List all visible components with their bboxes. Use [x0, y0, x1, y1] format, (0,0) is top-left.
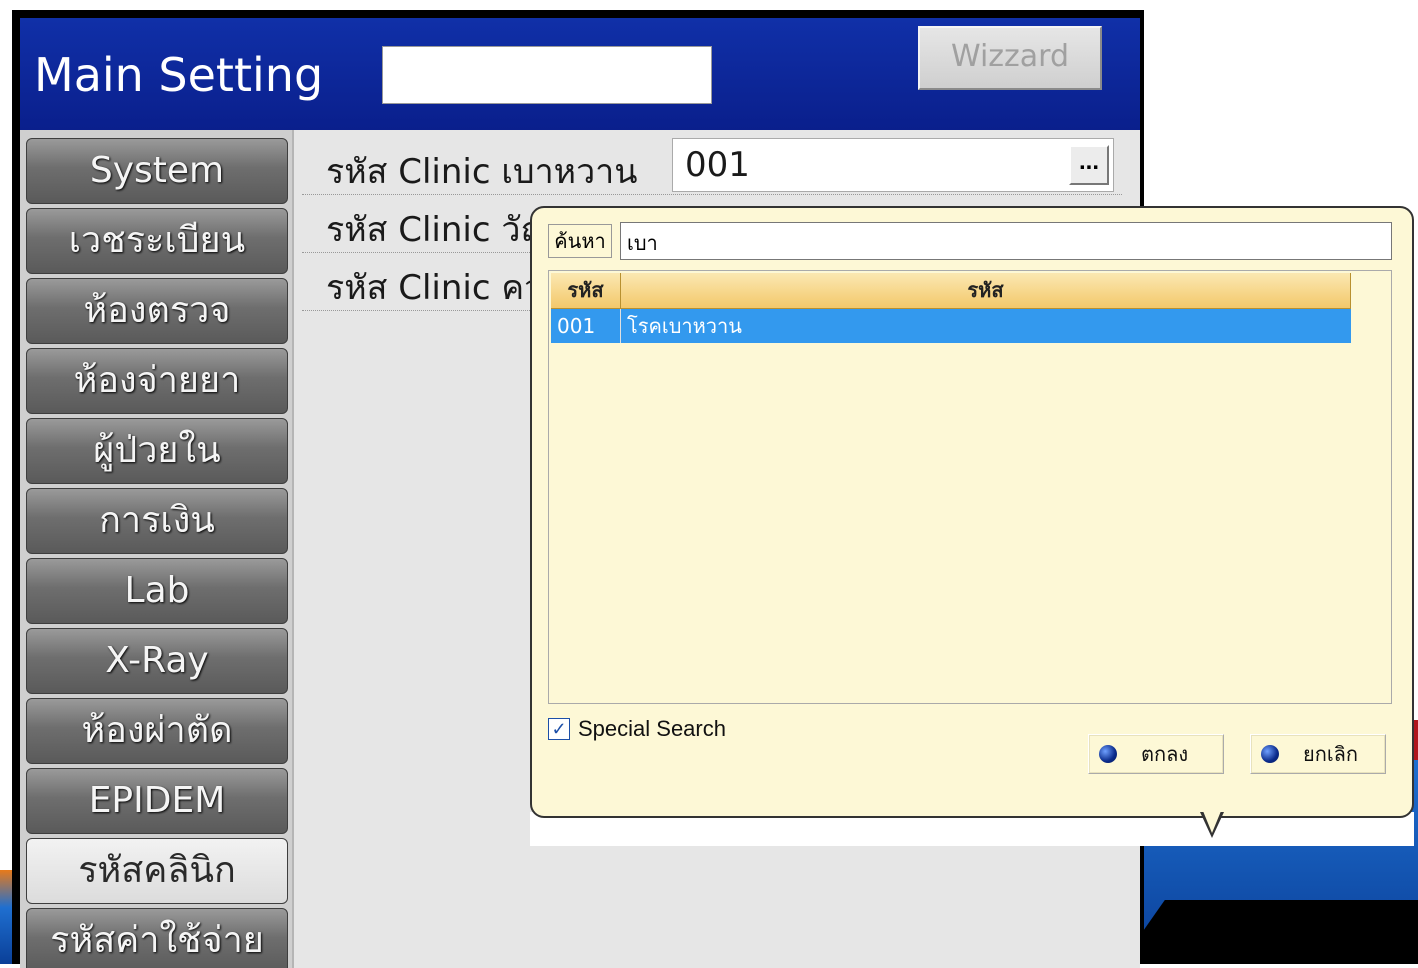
background-decoration-black: [1120, 900, 1418, 964]
sidebar-item-finance[interactable]: การเงิน: [26, 488, 288, 554]
sidebar-item-operating-room[interactable]: ห้องผ่าตัด: [26, 698, 288, 764]
wizard-button[interactable]: Wizzard: [918, 26, 1102, 90]
special-search-label: Special Search: [578, 716, 726, 741]
sidebar-item-registration[interactable]: เวชระเบียน: [26, 208, 288, 274]
cancel-button[interactable]: ยกเลิก: [1250, 734, 1386, 774]
lookup-button[interactable]: ...: [1069, 145, 1109, 185]
bullet-icon: [1099, 745, 1117, 763]
lookup-popup: ค้นหา เบา รหัส รหัส 001 โรคเบาหวาน ✓ Spe…: [530, 206, 1414, 818]
column-header-code[interactable]: รหัส: [551, 273, 621, 309]
grid-header: รหัส รหัส: [551, 273, 1351, 309]
setting-label: รหัส Clinic วัณ: [326, 210, 552, 250]
special-search-checkbox[interactable]: ✓: [548, 718, 570, 740]
sidebar-item-epidem[interactable]: EPIDEM: [26, 768, 288, 834]
sidebar-item-clinic-code[interactable]: รหัสคลินิก: [26, 838, 288, 904]
window-header: Main Setting Wizzard: [20, 18, 1140, 130]
sidebar-item-system[interactable]: System: [26, 138, 288, 204]
cell-name: โรคเบาหวาน: [627, 314, 742, 338]
setting-row: รหัส Clinic เบาหวาน 001 ...: [302, 138, 1122, 195]
sidebar: System เวชระเบียน ห้องตรวจ ห้องจ่ายยา ผู…: [20, 130, 292, 968]
setting-value-field[interactable]: 001 ...: [672, 138, 1114, 192]
bullet-icon: [1261, 745, 1279, 763]
setting-value: 001: [685, 145, 750, 185]
sidebar-item-exam-room[interactable]: ห้องตรวจ: [26, 278, 288, 344]
ok-button[interactable]: ตกลง: [1088, 734, 1224, 774]
search-label: ค้นหา: [548, 224, 612, 258]
cell-code: 001: [551, 309, 621, 343]
ok-label: ตกลง: [1141, 742, 1189, 766]
results-grid: รหัส รหัส 001 โรคเบาหวาน: [548, 270, 1392, 704]
sidebar-item-inpatient[interactable]: ผู้ป่วยใน: [26, 418, 288, 484]
sidebar-item-expense-code[interactable]: รหัสค่าใช้จ่าย: [26, 908, 288, 968]
cancel-label: ยกเลิก: [1303, 742, 1359, 766]
column-header-name[interactable]: รหัส: [621, 273, 1351, 309]
sidebar-item-lab[interactable]: Lab: [26, 558, 288, 624]
page-title: Main Setting: [34, 48, 324, 102]
sidebar-item-xray[interactable]: X-Ray: [26, 628, 288, 694]
header-input[interactable]: [382, 46, 712, 104]
popup-tail-fill: [1203, 811, 1221, 833]
sidebar-item-pharmacy[interactable]: ห้องจ่ายยา: [26, 348, 288, 414]
search-input[interactable]: เบา: [620, 222, 1392, 260]
setting-label: รหัส Clinic เบาหวาน: [326, 152, 638, 192]
table-row[interactable]: 001 โรคเบาหวาน: [551, 309, 1351, 343]
setting-label: รหัส Clinic คว: [326, 268, 544, 308]
